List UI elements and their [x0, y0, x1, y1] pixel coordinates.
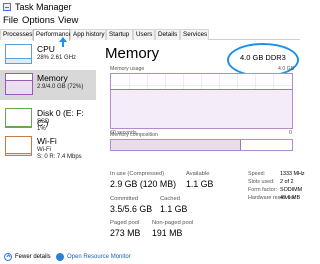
sidebar-item-detail: 28% 2.61 GHz [37, 55, 77, 61]
spec-slots-value: 2 of 2 [280, 179, 294, 185]
cpu-level-fill [6, 57, 31, 63]
spec-slots-label: Slots used: [248, 179, 275, 185]
sidebar-item-label: CPU [37, 44, 55, 54]
cached-value: 1.1 GB [160, 204, 188, 214]
tab-processes[interactable]: Processes [0, 29, 33, 40]
resource-monitor-icon [56, 253, 64, 261]
memory-usage-fill [111, 89, 292, 128]
tab-details[interactable]: Details [155, 29, 180, 40]
fewer-details-link[interactable]: Fewer details [15, 253, 51, 261]
paged-pool-value: 273 MB [110, 228, 141, 238]
cached-label: Cached [160, 196, 180, 202]
sidebar-item-label: Memory [37, 73, 68, 83]
sidebar-item-wifi[interactable]: Wi-Fi Wi-Fi S: 0 R: 7.4 Mbps [0, 133, 96, 161]
sidebar-item-disk[interactable]: Disk 0 (E: F: C:) SSD 1% [0, 105, 96, 133]
tab-users[interactable]: Users [133, 29, 155, 40]
chevron-up-icon[interactable] [4, 253, 12, 261]
sidebar-item-cpu[interactable]: CPU 28% 2.61 GHz [0, 41, 96, 67]
memory-usage-graph [110, 73, 293, 129]
open-resource-monitor-link[interactable]: Open Resource Monitor [67, 253, 131, 261]
spec-form-factor-label: Form factor: [248, 187, 278, 193]
sidebar-item-memory[interactable]: Memory 2.9/4.0 GB (72%) [0, 70, 96, 100]
spec-hardware-reserved-value: 49.6 MB [280, 195, 301, 201]
menu-file[interactable]: File [3, 15, 18, 27]
page-title: Memory [105, 45, 160, 62]
tab-bar: Processes Performance App history Startu… [0, 29, 300, 41]
sidebar-item-detail: 2.9/4.0 GB (72%) [37, 84, 84, 90]
memory-composition-bar [110, 139, 293, 151]
non-paged-pool-label: Non-paged pool [152, 220, 194, 226]
wifi-graph-thumbnail [5, 136, 32, 156]
committed-label: Committed [110, 196, 139, 202]
window-title: Task Manager [15, 2, 72, 12]
spec-speed-label: Speed: [248, 171, 266, 177]
tab-services[interactable]: Services [180, 29, 209, 40]
graph-axis-right: 0 [289, 130, 292, 136]
tab-app-history[interactable]: App history [70, 29, 106, 40]
non-paged-pool-value: 191 MB [152, 228, 183, 238]
spec-form-factor-value: SODIMM [280, 187, 303, 193]
memory-graph-thumbnail [5, 73, 33, 95]
usage-graph-max: 4.0 GB [278, 66, 295, 72]
wifi-level-fill [6, 153, 31, 155]
disk-level-fill [6, 126, 31, 127]
perf-sidebar: CPU 28% 2.61 GHz Memory 2.9/4.0 GB (72%)… [0, 41, 96, 249]
menu-options[interactable]: Options [22, 15, 55, 27]
composition-label: Memory composition [110, 132, 158, 138]
available-label: Available [186, 171, 210, 177]
in-use-label: In use (Compressed) [110, 171, 165, 177]
menu-view[interactable]: View [58, 15, 78, 27]
spec-speed-value: 1333 MHz [280, 171, 305, 177]
paged-pool-label: Paged pool [110, 220, 140, 226]
sidebar-item-detail: S: 0 R: 7.4 Mbps [37, 154, 82, 160]
cpu-graph-thumbnail [5, 44, 32, 64]
title-bar: Task Manager [0, 0, 300, 14]
committed-value: 3.5/5.6 GB [110, 204, 153, 214]
task-manager-icon [3, 3, 11, 11]
in-use-value: 2.9 GB (120 MB) [110, 179, 177, 189]
sidebar-item-detail: Wi-Fi [37, 147, 51, 153]
memory-level-fill [6, 79, 32, 94]
footer-bar: Fewer details Open Resource Monitor [0, 250, 300, 264]
disk-graph-thumbnail [5, 108, 32, 128]
composition-in-use-segment [111, 140, 242, 150]
sidebar-item-label: Wi-Fi [37, 136, 57, 146]
tab-startup[interactable]: Startup [106, 29, 133, 40]
available-value: 1.1 GB [186, 179, 214, 189]
usage-graph-label: Memory usage [110, 66, 145, 72]
sidebar-item-detail: 1% [37, 126, 46, 132]
menu-bar: File Options View [0, 14, 300, 28]
sidebar-item-detail: SSD [37, 119, 50, 125]
